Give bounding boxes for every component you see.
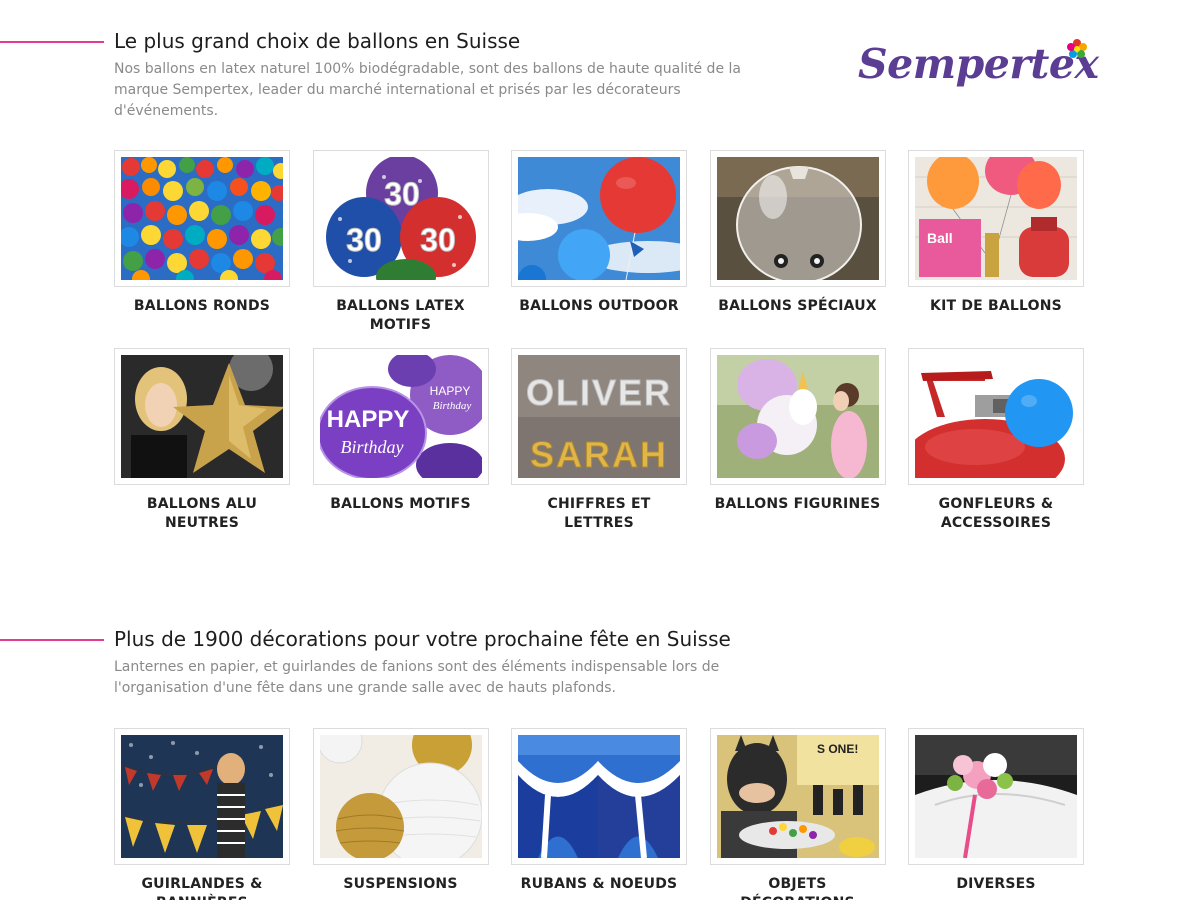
category-image: OLIVER SARAH bbox=[511, 348, 687, 485]
category-card-chiffres-et-lettres[interactable]: OLIVER SARAH CHIFFRES ET LETTRES bbox=[511, 348, 687, 546]
category-card-ballons-latex-motifs[interactable]: 30 30 30 BALLONS LATEX MOTIFS bbox=[312, 150, 489, 348]
sempertex-logo[interactable]: Sempertex bbox=[858, 38, 1099, 98]
category-card-ballons-ronds[interactable]: BALLONS RONDS bbox=[114, 150, 290, 348]
category-label: BALLONS ALU NEUTRES bbox=[146, 496, 258, 531]
balloon-kit-box-image: Ball bbox=[915, 157, 1077, 280]
section-accent-line bbox=[0, 639, 104, 641]
category-image bbox=[114, 348, 290, 485]
flower-icon bbox=[1067, 39, 1087, 58]
category-image bbox=[114, 150, 290, 287]
number-30-balloons-image: 30 30 30 bbox=[319, 157, 482, 280]
unicorn-balloon-girl-image bbox=[716, 355, 879, 478]
svg-text:OLIVER: OLIVER bbox=[526, 372, 672, 413]
category-card-kit-de-ballons[interactable]: Ball KIT DE BALLONS bbox=[908, 150, 1084, 348]
svg-text:30: 30 bbox=[384, 176, 420, 212]
category-image bbox=[908, 348, 1084, 485]
category-image bbox=[312, 728, 489, 865]
category-card-ballons-motifs[interactable]: HAPPY Birthday HAPPY Birthday BALLONS MO… bbox=[312, 348, 489, 546]
balloons-section-description: Nos ballons en latex naturel 100% biodég… bbox=[114, 61, 741, 119]
category-label: GUIRLANDES & BANNIÈRES bbox=[141, 876, 263, 900]
category-label: SUSPENSIONS bbox=[343, 876, 458, 892]
svg-text:30: 30 bbox=[346, 222, 382, 258]
svg-text:Birthday: Birthday bbox=[340, 437, 403, 457]
category-card-ballons-alu-neutres[interactable]: BALLONS ALU NEUTRES bbox=[114, 348, 290, 546]
category-label: OBJETS DÉCORATIONS bbox=[740, 876, 854, 900]
category-label: RUBANS & NOEUDS bbox=[520, 876, 678, 892]
svg-text:Birthday: Birthday bbox=[432, 400, 471, 412]
batman-party-image: S ONE! bbox=[716, 735, 879, 858]
svg-text:HAPPY: HAPPY bbox=[429, 384, 470, 398]
category-card-objets-decorations[interactable]: S ONE! OBJETS DÉCORATIONS bbox=[709, 728, 886, 900]
helium-tank-image bbox=[915, 355, 1077, 478]
category-label: BALLONS SPÉCIAUX bbox=[718, 298, 877, 314]
category-image bbox=[511, 150, 687, 287]
category-label: GONFLEURS & ACCESSOIRES bbox=[938, 496, 1054, 531]
sempertex-logo-text: Sempertex bbox=[858, 40, 1099, 88]
svg-text:Ball: Ball bbox=[927, 230, 953, 246]
category-image bbox=[114, 728, 290, 865]
page: Le plus grand choix de ballons en Suisse… bbox=[0, 0, 1200, 900]
woman-gold-star-balloon-image bbox=[121, 355, 283, 478]
happy-birthday-balloons-image: HAPPY Birthday HAPPY Birthday bbox=[319, 355, 482, 478]
category-label: KIT DE BALLONS bbox=[930, 298, 1062, 314]
category-card-ballons-outdoor[interactable]: BALLONS OUTDOOR bbox=[511, 150, 687, 348]
category-card-suspensions[interactable]: SUSPENSIONS bbox=[312, 728, 489, 900]
category-card-ballons-figurines[interactable]: BALLONS FIGURINES bbox=[709, 348, 886, 546]
section-accent-line bbox=[0, 41, 104, 43]
bunting-woman-image bbox=[121, 735, 283, 858]
category-card-guirlandes-bannieres[interactable]: GUIRLANDES & BANNIÈRES bbox=[114, 728, 290, 900]
balloons-section-title: Le plus grand choix de ballons en Suisse bbox=[114, 29, 521, 53]
category-label: DIVERSES bbox=[956, 876, 1036, 892]
colorful-balloon-cloud-image bbox=[121, 157, 283, 280]
category-card-diverses[interactable]: DIVERSES bbox=[908, 728, 1084, 900]
letter-balloons-names-image: OLIVER SARAH bbox=[518, 355, 680, 478]
category-image bbox=[709, 150, 886, 287]
svg-text:S ONE!: S ONE! bbox=[817, 742, 858, 756]
category-label: BALLONS RONDS bbox=[133, 298, 271, 314]
category-card-ballons-speciaux[interactable]: BALLONS SPÉCIAUX bbox=[709, 150, 886, 348]
category-card-gonfleurs-accessoires[interactable]: GONFLEURS & ACCESSOIRES bbox=[908, 348, 1084, 546]
red-balloon-sky-image bbox=[518, 157, 680, 280]
category-label: BALLONS OUTDOOR bbox=[519, 298, 679, 314]
car-flower-bouquet-image bbox=[915, 735, 1077, 858]
category-image: Ball bbox=[908, 150, 1084, 287]
paper-lanterns-image bbox=[319, 735, 482, 858]
category-image: HAPPY Birthday HAPPY Birthday bbox=[312, 348, 489, 485]
category-image: S ONE! bbox=[709, 728, 886, 865]
clear-balloon-image bbox=[716, 157, 879, 280]
category-card-rubans-noeuds[interactable]: RUBANS & NOEUDS bbox=[511, 728, 687, 900]
svg-text:SARAH: SARAH bbox=[530, 434, 668, 475]
category-image bbox=[511, 728, 687, 865]
category-label: CHIFFRES ET LETTRES bbox=[547, 496, 651, 531]
svg-text:30: 30 bbox=[420, 222, 456, 258]
category-image bbox=[709, 348, 886, 485]
category-label: BALLONS FIGURINES bbox=[714, 496, 881, 512]
decorations-section-title: Plus de 1900 décorations pour votre proc… bbox=[114, 627, 731, 651]
decorations-section-description: Lanternes en papier, et guirlandes de fa… bbox=[114, 659, 720, 696]
svg-text:HAPPY: HAPPY bbox=[326, 406, 409, 433]
category-label: BALLONS MOTIFS bbox=[330, 496, 471, 512]
decorations-category-grid: GUIRLANDES & BANNIÈRES SUSPENSIONS bbox=[114, 728, 1086, 900]
category-image: 30 30 30 bbox=[312, 150, 489, 287]
balloons-category-grid: BALLONS RONDS 30 30 30 BALLONS LATEX MOT… bbox=[114, 150, 1086, 546]
category-label: BALLONS LATEX MOTIFS bbox=[336, 298, 465, 333]
fabric-drapes-image bbox=[518, 735, 680, 858]
category-image bbox=[908, 728, 1084, 865]
